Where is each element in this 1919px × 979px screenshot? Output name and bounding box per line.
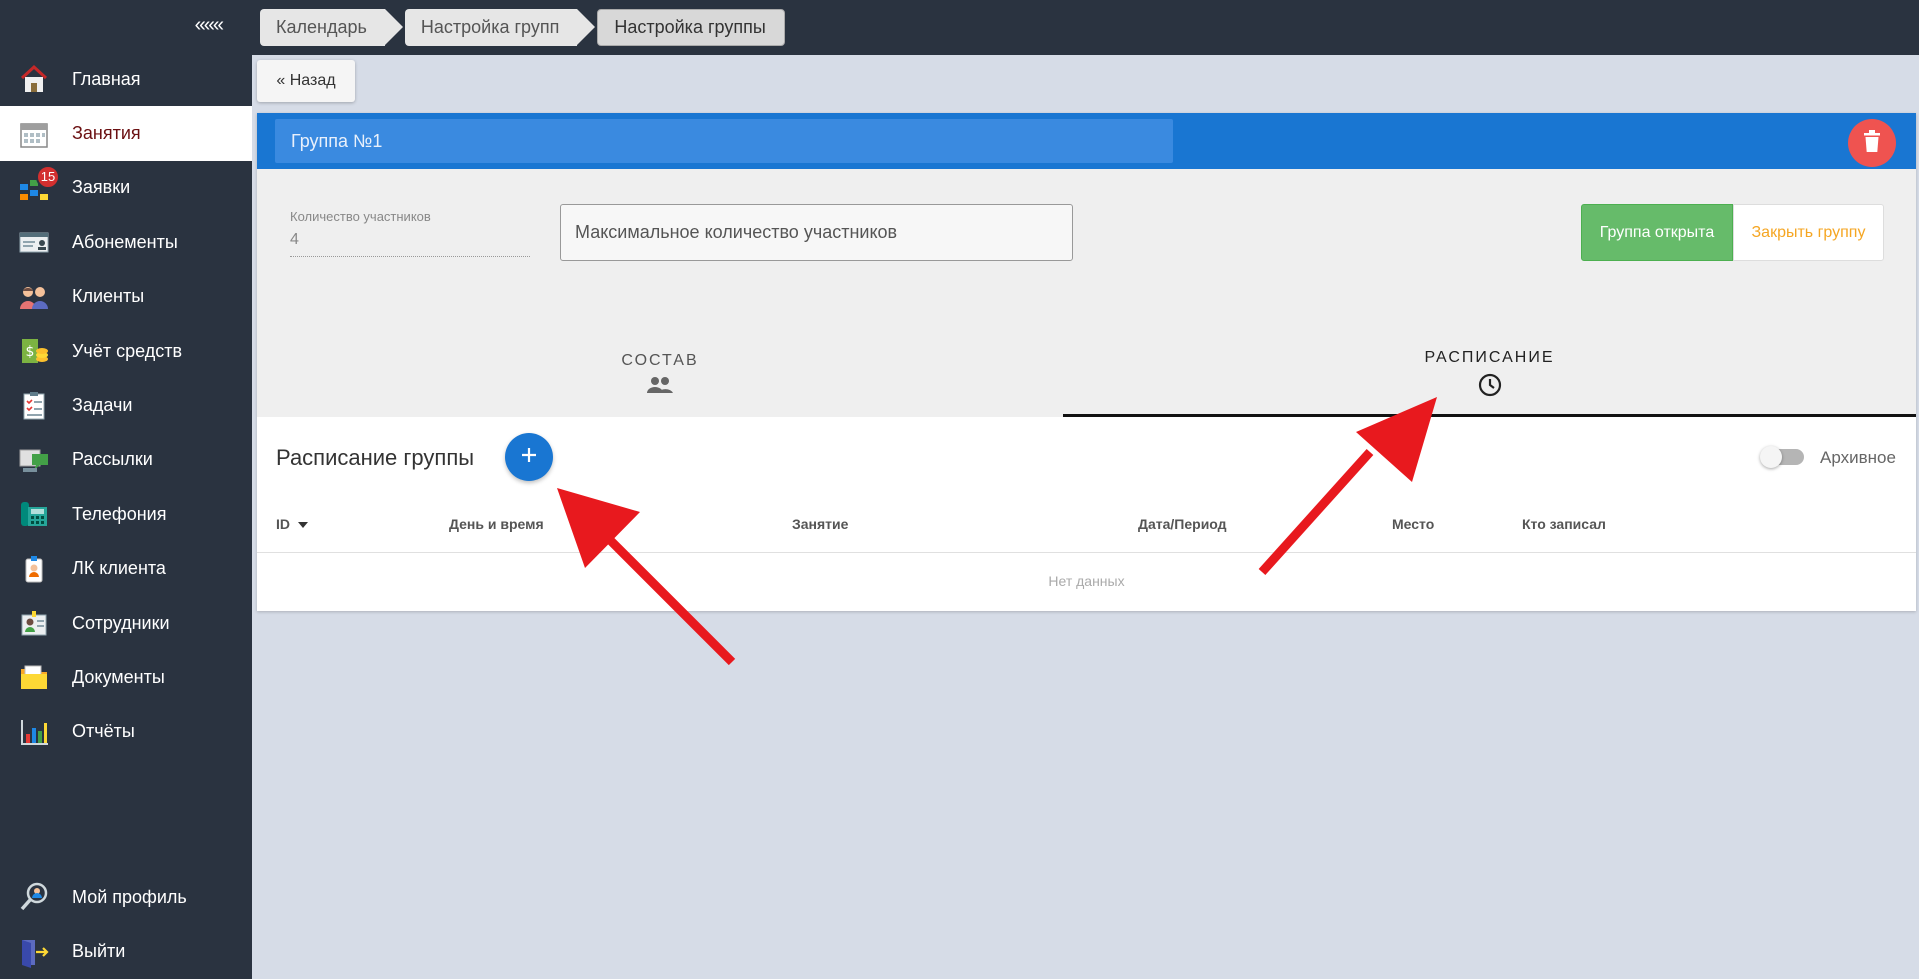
logout-icon [18,936,50,968]
money-icon: $ [18,335,50,367]
sidebar-item-label: Рассылки [72,449,153,470]
sidebar-item-staff[interactable]: Сотрудники [0,596,252,650]
column-header-date-period[interactable]: Дата/Период [1138,516,1227,532]
sidebar-item-subscriptions[interactable]: Абонементы [0,215,252,269]
people-icon [646,376,674,399]
reports-chart-icon [18,716,50,748]
tab-members[interactable]: СОСТАВ [257,313,1063,417]
sidebar-item-requests[interactable]: 15 Заявки [0,161,252,215]
documents-folder-icon [18,661,50,693]
column-header-recorded-by[interactable]: Кто записал [1522,516,1606,532]
plus-icon [520,446,538,469]
sidebar-item-label: Документы [72,666,165,687]
sidebar-item-label: Заявки [72,177,131,198]
archive-toggle[interactable] [1760,446,1804,468]
sidebar-bottom-nav: Мой профиль Выйти [0,870,252,979]
schedule-title: Расписание группы [276,445,475,470]
sidebar-item-mailings[interactable]: Рассылки [0,433,252,487]
archive-toggle-knob [1760,446,1782,468]
sidebar-item-telephony[interactable]: Телефония [0,487,252,541]
subscription-card-icon [18,226,50,258]
column-header-place[interactable]: Место [1392,516,1434,532]
breadcrumb: Календарь Настройка групп Настройка груп… [260,9,805,46]
close-group-button[interactable]: Закрыть группу [1733,204,1884,261]
participants-count-value: 4 [290,231,530,257]
group-header: Группа №1 [257,113,1916,169]
sidebar-item-my-profile[interactable]: Мой профиль [0,870,252,924]
sidebar: ««« Главная Занятия 15 Заявки Абонементы [0,0,252,979]
group-tabs: СОСТАВ РАСПИСАНИЕ [257,313,1916,417]
add-schedule-button[interactable] [505,433,553,481]
tab-schedule-label: РАСПИСАНИЕ [1424,348,1555,366]
profile-icon [18,881,50,913]
column-header-label: ID [276,516,290,532]
group-settings-card: Группа №1 Количество участников 4 Максим… [257,113,1916,611]
sidebar-item-label: Сотрудники [72,612,170,633]
max-participants-input[interactable]: Максимальное количество участников [560,204,1073,261]
column-header-class[interactable]: Занятие [792,516,848,532]
sidebar-item-label: Занятия [72,123,141,144]
sidebar-item-finances[interactable]: $ Учёт средств [0,324,252,378]
tasks-clipboard-icon [18,390,50,422]
client-account-icon [18,553,50,585]
table-divider [257,552,1916,553]
sidebar-item-clients[interactable]: Клиенты [0,270,252,324]
sidebar-item-label: Выйти [72,941,126,962]
sidebar-nav: Главная Занятия 15 Заявки Абонементы Кли… [0,52,252,759]
sidebar-item-tasks[interactable]: Задачи [0,378,252,432]
topbar: Календарь Настройка групп Настройка груп… [252,0,1919,55]
sidebar-item-label: Учёт средств [72,340,183,361]
requests-count-badge: 15 [36,164,60,189]
sidebar-item-classes[interactable]: Занятия [0,106,252,161]
sidebar-item-label: ЛК клиента [72,558,166,579]
sidebar-item-label: Клиенты [72,286,145,307]
breadcrumb-item-calendar[interactable]: Календарь [260,9,403,46]
sidebar-item-label: Отчёты [72,721,135,742]
back-button[interactable]: « Назад [257,60,355,102]
trash-icon [1862,129,1882,157]
breadcrumb-item-group-settings: Настройка группы [597,9,785,46]
clock-icon [1478,373,1502,402]
delete-group-button[interactable] [1848,119,1896,167]
mailing-icon [18,444,50,476]
clients-icon [18,281,50,313]
group-open-button[interactable]: Группа открыта [1581,204,1733,261]
archive-toggle-label: Архивное [1820,448,1896,467]
sidebar-item-client-account[interactable]: ЛК клиента [0,542,252,596]
sidebar-item-home[interactable]: Главная [0,52,252,106]
tab-schedule[interactable]: РАСПИСАНИЕ [1063,313,1916,417]
sidebar-item-label: Телефония [72,503,167,524]
empty-table-message: Нет данных [1048,573,1125,589]
sidebar-item-documents[interactable]: Документы [0,650,252,704]
sidebar-item-label: Мой профиль [72,886,187,907]
sidebar-item-label: Абонементы [72,231,178,252]
column-header-day-time[interactable]: День и время [449,516,544,532]
sidebar-item-logout[interactable]: Выйти [0,924,252,978]
tab-active-indicator [1063,414,1916,417]
staff-icon [18,607,50,639]
svg-text:$: $ [26,344,35,360]
participants-count-label: Количество участников [290,209,431,224]
calendar-icon [18,118,50,150]
phone-icon [18,498,50,530]
sidebar-item-label: Задачи [72,395,133,416]
column-header-id[interactable]: ID [276,516,308,532]
group-name-input[interactable]: Группа №1 [275,119,1173,163]
tab-members-label: СОСТАВ [621,351,699,369]
sort-down-icon [294,516,308,532]
sidebar-item-label: Главная [72,68,141,89]
home-icon [18,63,50,95]
sidebar-item-reports[interactable]: Отчёты [0,705,252,759]
breadcrumb-item-groups-settings[interactable]: Настройка групп [404,9,596,46]
collapse-sidebar-button[interactable]: ««« [195,14,224,37]
